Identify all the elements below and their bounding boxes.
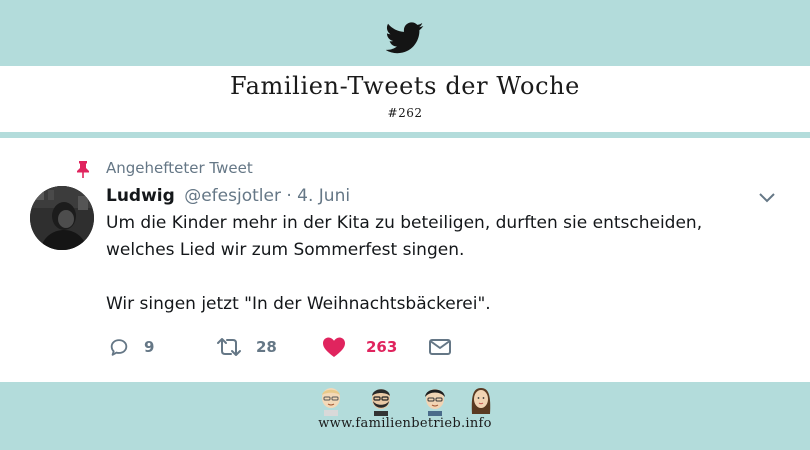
family-avatar-icon [425, 389, 445, 416]
retweet-count: 28 [256, 338, 277, 356]
top-banner [0, 0, 810, 66]
issue-number: #262 [387, 106, 423, 120]
tweet-text: Um die Kinder mehr in der Kita zu beteil… [106, 210, 766, 318]
avatar-photo [30, 186, 94, 250]
tweet-text-paragraph: Um die Kinder mehr in der Kita zu beteil… [106, 213, 703, 260]
like-count: 263 [366, 338, 398, 356]
envelope-icon [429, 339, 451, 355]
family-avatar-icon [322, 388, 340, 416]
heart-icon [323, 337, 345, 357]
retweet-icon [217, 338, 241, 356]
twitter-bird-icon [386, 22, 424, 54]
website-url[interactable]: www.familienbetrieb.info [0, 416, 810, 431]
pinned-tweet-label: Angehefteter Tweet [106, 159, 253, 177]
like-button[interactable]: 263 [322, 334, 397, 360]
tweet-date[interactable]: · 4. Juni [286, 186, 350, 206]
page-title: Familien-Tweets der Woche [230, 72, 580, 100]
title-box: Familien-Tweets der Woche #262 [0, 66, 810, 132]
pin-icon [77, 161, 89, 178]
tweet-header: Ludwig @efesjotler · 4. Juni [106, 186, 350, 206]
direct-message-button[interactable] [428, 334, 452, 360]
reply-button[interactable]: 9 [108, 334, 154, 360]
chevron-down-icon[interactable] [758, 192, 776, 204]
reply-icon [110, 339, 128, 356]
tweet-text-paragraph: Wir singen jetzt "In der Weihnachtsbäcke… [106, 294, 491, 314]
family-avatars [318, 386, 498, 416]
family-avatar-icon [471, 388, 491, 414]
tweet-card[interactable]: Angehefteter Tweet Ludwig @efesjotler · … [0, 138, 810, 382]
footer-banner: www.familienbetrieb.info [0, 382, 810, 450]
author-name[interactable]: Ludwig [106, 186, 175, 206]
retweet-button[interactable]: 28 [216, 334, 277, 360]
avatar[interactable] [30, 186, 94, 250]
reply-count: 9 [144, 338, 155, 356]
author-handle[interactable]: @efesjotler [184, 186, 281, 206]
family-avatar-icon [372, 389, 390, 416]
